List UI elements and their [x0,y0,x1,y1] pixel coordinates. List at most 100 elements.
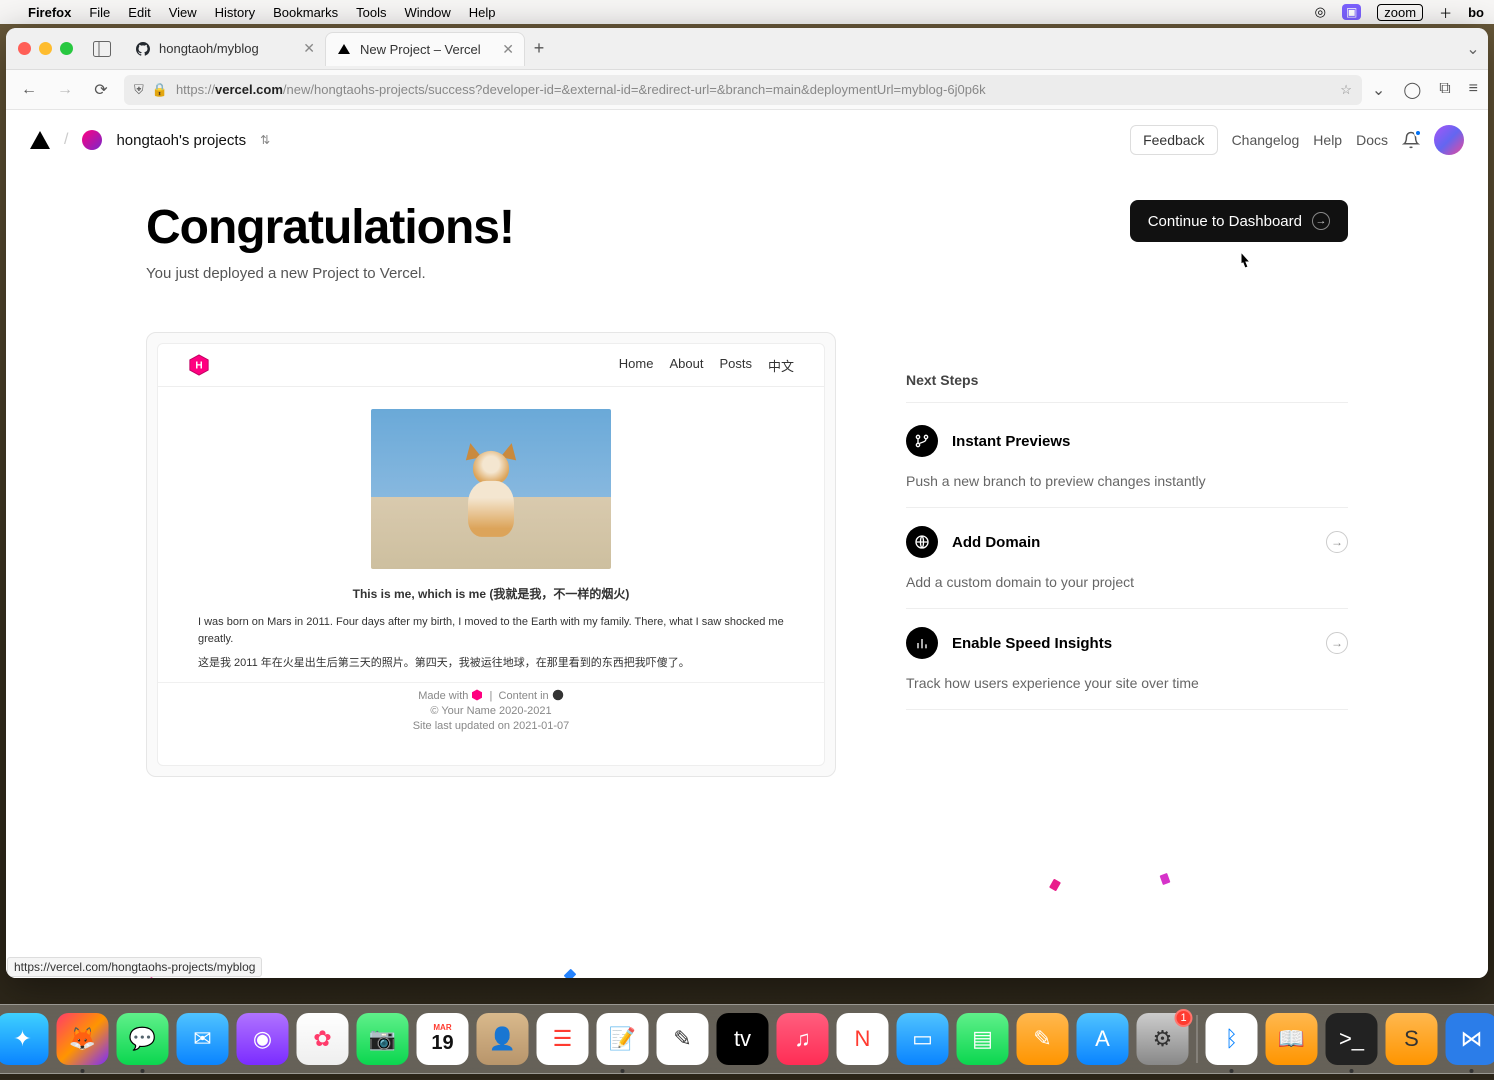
dock-pages[interactable]: ✎ [1017,1013,1069,1065]
dock-news[interactable]: N [837,1013,889,1065]
macos-menubar: Firefox File Edit View History Bookmarks… [0,0,1494,24]
user-avatar[interactable] [1434,125,1464,155]
nav-help[interactable]: Help [1313,132,1342,148]
step-desc: Add a custom domain to your project [906,574,1348,590]
reload-button[interactable]: ⟳ [88,77,114,103]
dock-photos[interactable]: ✿ [297,1013,349,1065]
preview-copyright: © Your Name 2020-2021 [158,705,824,717]
dock-vscode[interactable]: ⋈ [1446,1013,1494,1065]
tab-vercel[interactable]: New Project – Vercel ✕ [325,32,525,66]
pocket-icon[interactable]: ⌄ [1372,80,1385,100]
extensions-icon[interactable]: ⧉ [1439,80,1450,100]
new-tab-button[interactable]: + [525,35,553,63]
tab-label: hongtaoh/myblog [159,41,259,56]
vercel-icon [336,41,352,57]
location-services-icon[interactable]: ◎ [1315,4,1326,20]
menu-tools[interactable]: Tools [356,5,386,20]
nav-changelog[interactable]: Changelog [1232,132,1300,148]
dock-contacts[interactable]: 👤 [477,1013,529,1065]
feedback-button[interactable]: Feedback [1130,125,1217,155]
step-title: Add Domain [952,534,1312,551]
dock-music[interactable]: ♫ [777,1013,829,1065]
vercel-logo-icon[interactable] [30,131,50,149]
menu-bookmarks[interactable]: Bookmarks [273,5,338,20]
dock-safari[interactable]: ✦ [0,1013,49,1065]
notification-dot [1414,129,1422,137]
confetti [1160,873,1171,885]
zoom-menubar[interactable]: zoom [1377,4,1423,21]
app-name[interactable]: Firefox [28,5,71,20]
dock-settings[interactable]: ⚙1 [1137,1013,1189,1065]
menu-history[interactable]: History [215,5,255,20]
dock-books[interactable]: 📖 [1266,1013,1318,1065]
menubar-extra-icon[interactable]: bo [1468,5,1484,20]
bookmark-star-icon[interactable]: ☆ [1340,82,1352,98]
dock-reminders[interactable]: ☰ [537,1013,589,1065]
arrow-right-circle-icon: → [1326,531,1348,553]
dock-numbers[interactable]: ▤ [957,1013,1009,1065]
step-desc: Track how users experience your site ove… [906,675,1348,691]
team-avatar-icon[interactable] [82,130,102,150]
nav-docs[interactable]: Docs [1356,132,1388,148]
screen-share-icon[interactable]: ▣ [1342,4,1361,20]
dock-appstore[interactable]: A [1077,1013,1129,1065]
dock-mail[interactable]: ✉︎ [177,1013,229,1065]
svg-text:H: H [195,361,202,372]
update-badge: 1 [1175,1009,1193,1027]
preview-hero-image [371,409,611,569]
hamburger-menu-icon[interactable]: ≡ [1469,80,1478,100]
tracking-shield-icon[interactable]: ⛨ [134,82,144,98]
menu-window[interactable]: Window [405,5,451,20]
menu-view[interactable]: View [169,5,197,20]
dock-messages[interactable]: 💬 [117,1013,169,1065]
window-zoom[interactable] [60,42,73,55]
tab-overflow-icon[interactable]: ⌄ [1458,39,1488,59]
menu-edit[interactable]: Edit [128,5,150,20]
dock-firefox[interactable]: 🦊 [57,1013,109,1065]
continue-dashboard-button[interactable]: Continue to Dashboard → [1130,200,1348,242]
page-content: / hongtaoh's projects ⇅ Feedback Changel… [6,110,1488,978]
account-icon[interactable]: ◯ [1403,80,1421,100]
preview-paragraph-en: I was born on Mars in 2011. Four days af… [198,614,784,647]
deployment-preview-card[interactable]: H Home About Posts 中文 [146,332,836,777]
tab-strip: hongtaoh/myblog ✕ New Project – Vercel ✕… [6,28,1488,70]
dock-sublime[interactable]: S [1386,1013,1438,1065]
confetti [1049,879,1061,892]
menu-help[interactable]: Help [469,5,496,20]
dock-freeform[interactable]: ✎ [657,1013,709,1065]
dock-terminal[interactable]: >_ [1326,1013,1378,1065]
notifications-icon[interactable] [1402,131,1420,149]
dock-keynote[interactable]: ▭ [897,1013,949,1065]
sidebar-toggle-icon[interactable] [87,34,117,64]
hugo-logo-icon: H [188,354,210,376]
scope-switcher-icon[interactable]: ⇅ [260,133,270,147]
link-preview-statusbar: https://vercel.com/hongtaohs-projects/my… [7,957,262,977]
dock-notes[interactable]: 📝 [597,1013,649,1065]
window-minimize[interactable] [39,42,52,55]
window-close[interactable] [18,42,31,55]
dock-bluetooth[interactable]: ᛒ [1206,1013,1258,1065]
close-tab-icon[interactable]: ✕ [502,41,514,58]
close-tab-icon[interactable]: ✕ [303,40,315,57]
step-speed-insights[interactable]: Enable Speed Insights → Track how users … [906,609,1348,710]
bar-chart-icon [906,627,938,659]
tab-github[interactable]: hongtaoh/myblog ✕ [125,32,325,66]
forward-button: → [52,77,78,103]
tab-label: New Project – Vercel [360,42,481,57]
dock-podcasts[interactable]: ◉ [237,1013,289,1065]
back-button[interactable]: ← [16,77,42,103]
add-icon[interactable]: ＋ [1439,3,1452,22]
preview-site-header: H Home About Posts 中文 [158,344,824,387]
dock-tv[interactable]: tv [717,1013,769,1065]
lock-icon[interactable]: 🔒 [152,82,168,98]
globe-icon [906,526,938,558]
step-add-domain[interactable]: Add Domain → Add a custom domain to your… [906,508,1348,609]
confetti [144,977,157,978]
next-steps-heading: Next Steps [906,372,1348,388]
preview-nav-zh: 中文 [768,356,794,375]
address-bar[interactable]: ⛨ 🔒 https://vercel.com/new/hongtaohs-pro… [124,75,1362,105]
menu-file[interactable]: File [89,5,110,20]
dock-calendar[interactable]: MAR19 [417,1013,469,1065]
project-scope[interactable]: hongtaoh's projects [116,132,246,149]
dock-facetime[interactable]: 📷 [357,1013,409,1065]
